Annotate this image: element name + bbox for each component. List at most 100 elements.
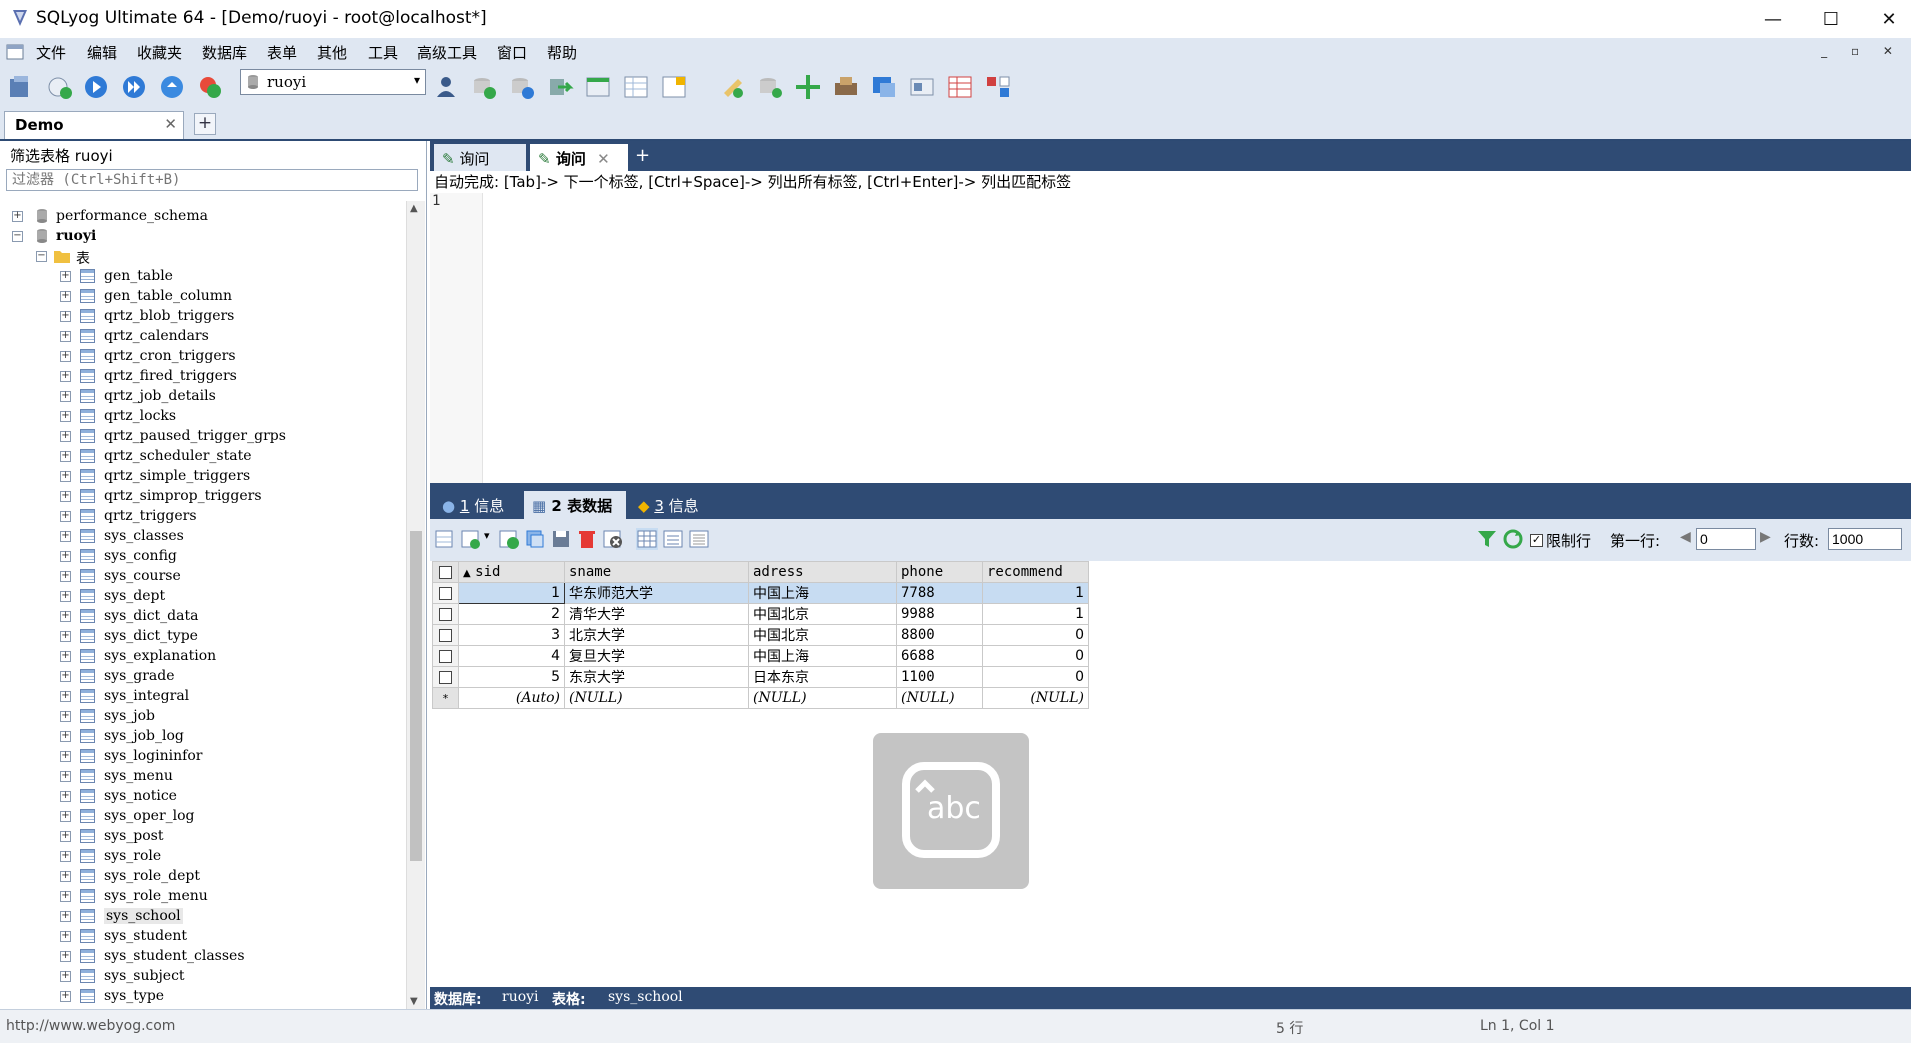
expand-icon[interactable]: + [60, 531, 71, 542]
table-cell[interactable]: 中国上海 [748, 645, 897, 667]
row-checkbox[interactable] [432, 645, 459, 667]
table-cell[interactable]: (Auto) [458, 687, 565, 709]
table-cell[interactable]: 1 [982, 603, 1089, 625]
table-cell[interactable]: 5 [458, 666, 565, 688]
select-all-checkbox[interactable] [432, 561, 459, 583]
refresh-icon[interactable] [1502, 528, 1524, 550]
menu-help[interactable]: 帮助 [547, 42, 577, 63]
table-cell[interactable]: (NULL) [748, 687, 897, 709]
expand-icon[interactable]: + [60, 291, 71, 302]
expand-icon[interactable]: + [60, 931, 71, 942]
table-cell[interactable]: 3 [458, 624, 565, 646]
menu-advanced-tools[interactable]: 高级工具 [417, 42, 477, 63]
collapse-icon[interactable]: − [36, 251, 47, 262]
system-menu-icon[interactable] [6, 43, 24, 61]
expand-icon[interactable]: + [60, 631, 71, 642]
import-data-icon[interactable] [584, 73, 612, 101]
table-cell[interactable]: 2 [458, 603, 565, 625]
job-agent-icon[interactable] [832, 73, 860, 101]
execute-query-icon[interactable] [82, 73, 110, 101]
migration-icon[interactable] [794, 73, 822, 101]
scroll-up-icon[interactable]: ▲ [410, 203, 418, 214]
export-icon[interactable] [434, 528, 456, 550]
expand-icon[interactable]: + [60, 691, 71, 702]
menu-table[interactable]: 表单 [267, 42, 297, 63]
execute-all-icon[interactable] [120, 73, 148, 101]
expand-icon[interactable]: + [60, 491, 71, 502]
column-header-adress[interactable]: adress [748, 561, 897, 583]
schema-sync-icon[interactable] [756, 73, 784, 101]
expand-icon[interactable]: + [60, 371, 71, 382]
table-cell[interactable]: 6688 [896, 645, 983, 667]
query-builder-icon[interactable] [660, 73, 688, 101]
table-cell[interactable]: 日本东京 [748, 666, 897, 688]
cancel-changes-icon[interactable] [602, 528, 624, 550]
copy-database-icon[interactable] [546, 73, 574, 101]
expand-icon[interactable]: + [60, 411, 71, 422]
table-cell[interactable]: 7788 [896, 582, 983, 604]
query-tab-1[interactable]: ✎ 询问 [434, 144, 526, 171]
query-tab-2[interactable]: ✎ 询问 ✕ [530, 144, 628, 171]
expand-icon[interactable]: + [60, 651, 71, 662]
result-tab-info-1[interactable]: ● 1 信息 [434, 491, 520, 519]
schema-designer-icon[interactable] [622, 73, 650, 101]
new-row[interactable]: * (Auto) (NULL) (NULL) (NULL) (NULL) [432, 687, 1089, 709]
table-row[interactable]: 1 华东师范大学 中国上海 7788 1 [432, 582, 1089, 604]
scrollbar-thumb[interactable] [410, 531, 422, 861]
collapse-icon[interactable]: − [12, 231, 23, 242]
duplicate-row-icon[interactable] [524, 528, 546, 550]
copy-rows-icon[interactable] [460, 528, 482, 550]
expand-icon[interactable]: + [60, 391, 71, 402]
expand-icon[interactable]: + [60, 711, 71, 722]
structure-sync-icon[interactable] [984, 73, 1012, 101]
table-cell[interactable]: 0 [982, 624, 1089, 646]
add-query-tab-button[interactable]: + [630, 144, 654, 171]
expand-icon[interactable]: + [60, 831, 71, 842]
database-select[interactable]: ruoyi ▾ [240, 69, 426, 95]
table-row[interactable]: 4 复旦大学 中国上海 6688 0 [432, 645, 1089, 667]
table-cell[interactable]: 中国北京 [748, 603, 897, 625]
new-connection-tab-button[interactable]: + [194, 113, 216, 135]
table-cell[interactable]: 北京大学 [564, 624, 749, 646]
expand-icon[interactable]: + [12, 211, 23, 222]
menu-file[interactable]: 文件 [36, 42, 66, 63]
menu-window[interactable]: 窗口 [497, 42, 527, 63]
table-cell[interactable]: 1 [982, 582, 1089, 604]
menu-edit[interactable]: 编辑 [87, 42, 117, 63]
table-diagnostics-icon[interactable] [946, 73, 974, 101]
column-header-sid[interactable]: ▲ sid [458, 561, 565, 583]
expand-icon[interactable]: + [60, 471, 71, 482]
table-cell[interactable]: 8800 [896, 624, 983, 646]
connection-tab-demo[interactable]: Demo ✕ [4, 111, 184, 139]
expand-icon[interactable]: + [60, 591, 71, 602]
table-cell[interactable]: 0 [982, 666, 1089, 688]
expand-icon[interactable]: + [60, 811, 71, 822]
filter-input[interactable] [6, 169, 418, 191]
mdi-window-controls[interactable]: _ ▫ ✕ [1821, 44, 1903, 58]
result-tab-info-3[interactable]: ◆ 3 信息 [630, 491, 716, 519]
expand-icon[interactable]: + [60, 851, 71, 862]
table-cell[interactable]: 1 [458, 582, 565, 604]
expand-icon[interactable]: + [60, 791, 71, 802]
expand-icon[interactable]: + [60, 331, 71, 342]
table-cell[interactable]: (NULL) [982, 687, 1089, 709]
expand-icon[interactable]: + [60, 571, 71, 582]
rows-count-input[interactable] [1828, 528, 1902, 550]
minimize-button[interactable]: — [1744, 0, 1802, 38]
tree-scrollbar[interactable]: ▲ ▼ [406, 201, 425, 1009]
backup-database-icon[interactable] [470, 73, 498, 101]
expand-icon[interactable]: + [60, 971, 71, 982]
row-checkbox[interactable] [432, 603, 459, 625]
close-tab-icon[interactable]: ✕ [597, 150, 610, 168]
expand-icon[interactable]: + [60, 611, 71, 622]
result-tab-table-data[interactable]: ▦ 2 表数据 [524, 491, 626, 519]
expand-icon[interactable]: + [60, 351, 71, 362]
expand-icon[interactable]: + [60, 991, 71, 1002]
text-view-icon[interactable] [688, 528, 710, 550]
table-row[interactable]: 5 东京大学 日本东京 1100 0 [432, 666, 1089, 688]
maximize-button[interactable]: ☐ [1802, 0, 1860, 38]
add-row-icon[interactable] [498, 528, 520, 550]
expand-icon[interactable]: + [60, 911, 71, 922]
close-button[interactable]: ✕ [1860, 0, 1911, 38]
data-sync-icon[interactable] [718, 73, 746, 101]
